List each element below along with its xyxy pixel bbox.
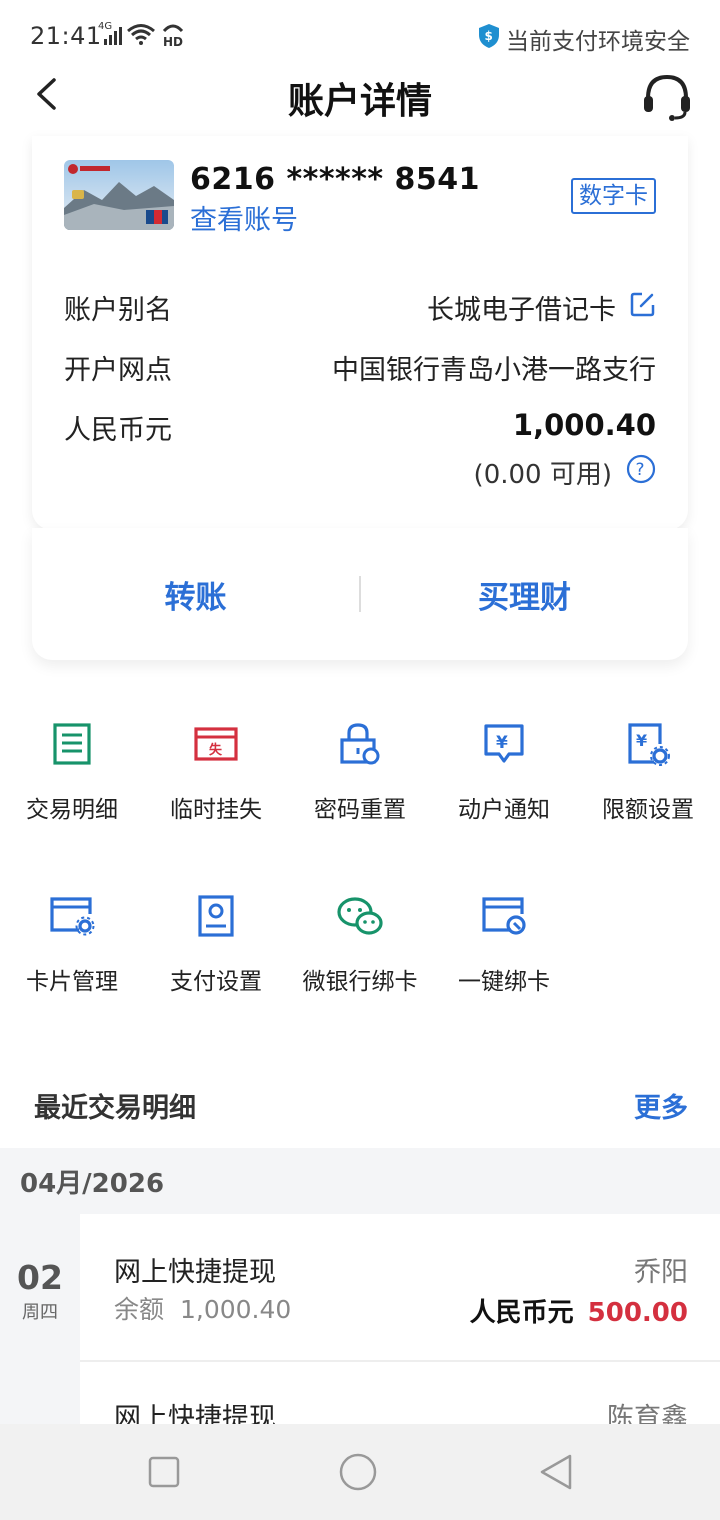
pay-settings-icon (192, 892, 240, 940)
shield-icon: $ (478, 23, 500, 55)
transaction-party: 乔阳 (634, 1257, 688, 1288)
alias-value: 长城电子借记卡 (427, 295, 616, 326)
lock-reset-icon (336, 720, 384, 768)
account-card: 6216 ****** 8541 查看账号 数字卡 账户别名 长城电子借记卡 开… (32, 136, 688, 530)
yuan-settings-icon: ¥ (624, 720, 672, 768)
svg-text:¥: ¥ (496, 733, 508, 753)
view-account-link[interactable]: 查看账号 (190, 198, 298, 237)
safety-text: 当前支付环境安全 (506, 29, 690, 55)
grid-label: 临时挂失 (170, 797, 262, 823)
svg-text:HD: HD (163, 35, 183, 47)
svg-text:$: $ (485, 29, 493, 43)
balance-label: 余额 (114, 1295, 165, 1324)
grid-label: 支付设置 (170, 969, 262, 995)
recent-apps-button[interactable] (144, 1452, 184, 1492)
transaction-amount-value: 500.00 (587, 1298, 688, 1328)
system-nav-bar (0, 1424, 720, 1520)
balance-value: 1,000.40 (179, 1295, 292, 1324)
grid-label: 一键绑卡 (458, 969, 550, 995)
svg-text:¥: ¥ (636, 731, 647, 750)
weekday: 周四 (22, 1302, 58, 1323)
card-bind-icon (480, 892, 528, 940)
grid-item-payment-settings[interactable]: 支付设置 (144, 892, 288, 996)
alias-value-group: 长城电子借记卡 (427, 288, 656, 327)
grid-item-card-management[interactable]: 卡片管理 (0, 892, 144, 996)
grid-item-password-reset[interactable]: 密码重置 (288, 720, 432, 824)
grid-label: 动户通知 (458, 797, 550, 823)
status-time: 21:41 (30, 22, 102, 50)
transaction-currency: 人民币元 (469, 1298, 574, 1328)
day-number: 02 (17, 1258, 63, 1297)
customer-service-button[interactable] (640, 70, 694, 124)
month-label: 04月/2026 (20, 1169, 165, 1199)
balance-amount: 1,000.40 (512, 408, 656, 442)
alias-label: 账户别名 (64, 295, 172, 326)
more-link[interactable]: 更多 (634, 1086, 688, 1125)
transaction-row[interactable]: 网上快捷提现 陈育鑫 (80, 1362, 720, 1424)
yuan-notice-icon: ¥ (480, 720, 528, 768)
card-number: 6216 ****** 8541 (190, 162, 481, 197)
transaction-name: 网上快捷提现 (114, 1403, 276, 1424)
card-actions: 转账 买理财 (32, 528, 688, 660)
svg-text:失: 失 (209, 742, 223, 758)
currency-label: 人民币元 (64, 415, 172, 446)
branch-row: 开户网点 中国银行青岛小港一路支行 (64, 348, 656, 388)
bank-card-image (64, 160, 174, 230)
help-icon[interactable]: ? (626, 454, 656, 491)
home-button[interactable] (338, 1452, 378, 1492)
page-header: 账户详情 (0, 56, 720, 136)
grid-item-quick-bind[interactable]: 一键绑卡 (432, 892, 576, 996)
transfer-button[interactable]: 转账 (32, 572, 359, 617)
branch-value: 中国银行青岛小港一路支行 (332, 355, 656, 386)
back-nav-button[interactable] (536, 1452, 576, 1492)
day-column: 02 周四 (0, 1214, 80, 1424)
buy-wealth-button[interactable]: 买理财 (361, 572, 688, 617)
grid-item-temporary-loss[interactable]: 失 临时挂失 (144, 720, 288, 824)
square-icon (148, 1456, 180, 1488)
card-gear-icon (48, 892, 96, 940)
grid-label: 微银行绑卡 (302, 969, 418, 995)
edit-icon[interactable] (630, 291, 656, 324)
circle-icon (339, 1453, 377, 1491)
wechat-icon (336, 892, 384, 940)
balance-row: 人民币元 1,000.40 (64, 408, 656, 448)
lost-icon: 失 (192, 720, 240, 768)
transaction-amount: 人民币元 500.00 (470, 1292, 688, 1329)
triangle-back-icon (540, 1454, 572, 1490)
grid-label: 限额设置 (602, 797, 694, 823)
grid-label: 卡片管理 (26, 969, 118, 995)
svg-text:?: ? (636, 460, 645, 480)
grid-item-account-notice[interactable]: ¥ 动户通知 (432, 720, 576, 824)
available-balance: (0.00 可用) ? (474, 454, 656, 491)
payment-safety-indicator: $ 当前支付环境安全 (478, 22, 690, 56)
page-title: 账户详情 (287, 81, 432, 122)
wifi-icon (126, 22, 156, 50)
grid-item-limit-settings[interactable]: ¥ 限额设置 (576, 720, 720, 824)
branch-label: 开户网点 (64, 355, 172, 386)
grid-item-transaction-detail[interactable]: 交易明细 (0, 720, 144, 824)
digital-card-badge: 数字卡 (571, 178, 656, 214)
grid-item-wechat-bind[interactable]: 微银行绑卡 (288, 892, 432, 996)
transaction-balance: 余额 1,000.40 (114, 1290, 291, 1326)
list-icon (48, 720, 96, 768)
alias-row: 账户别名 长城电子借记卡 (64, 288, 656, 328)
hd-icon: HD (160, 21, 186, 51)
transaction-row[interactable]: 网上快捷提现 余额 1,000.40 乔阳 人民币元 500.00 (80, 1214, 720, 1360)
status-icons: 4G HD (98, 21, 186, 51)
grid-label: 密码重置 (314, 797, 406, 823)
grid-label: 交易明细 (26, 797, 118, 823)
headset-icon (644, 74, 690, 121)
signal-icon: 4G (98, 21, 122, 49)
transaction-party: 陈育鑫 (607, 1403, 688, 1424)
transaction-name: 网上快捷提现 (114, 1257, 276, 1288)
available-text: (0.00 可用) (473, 460, 612, 490)
month-header: 04月/2026 (0, 1148, 720, 1214)
recent-transactions-title: 最近交易明细 (34, 1093, 196, 1124)
